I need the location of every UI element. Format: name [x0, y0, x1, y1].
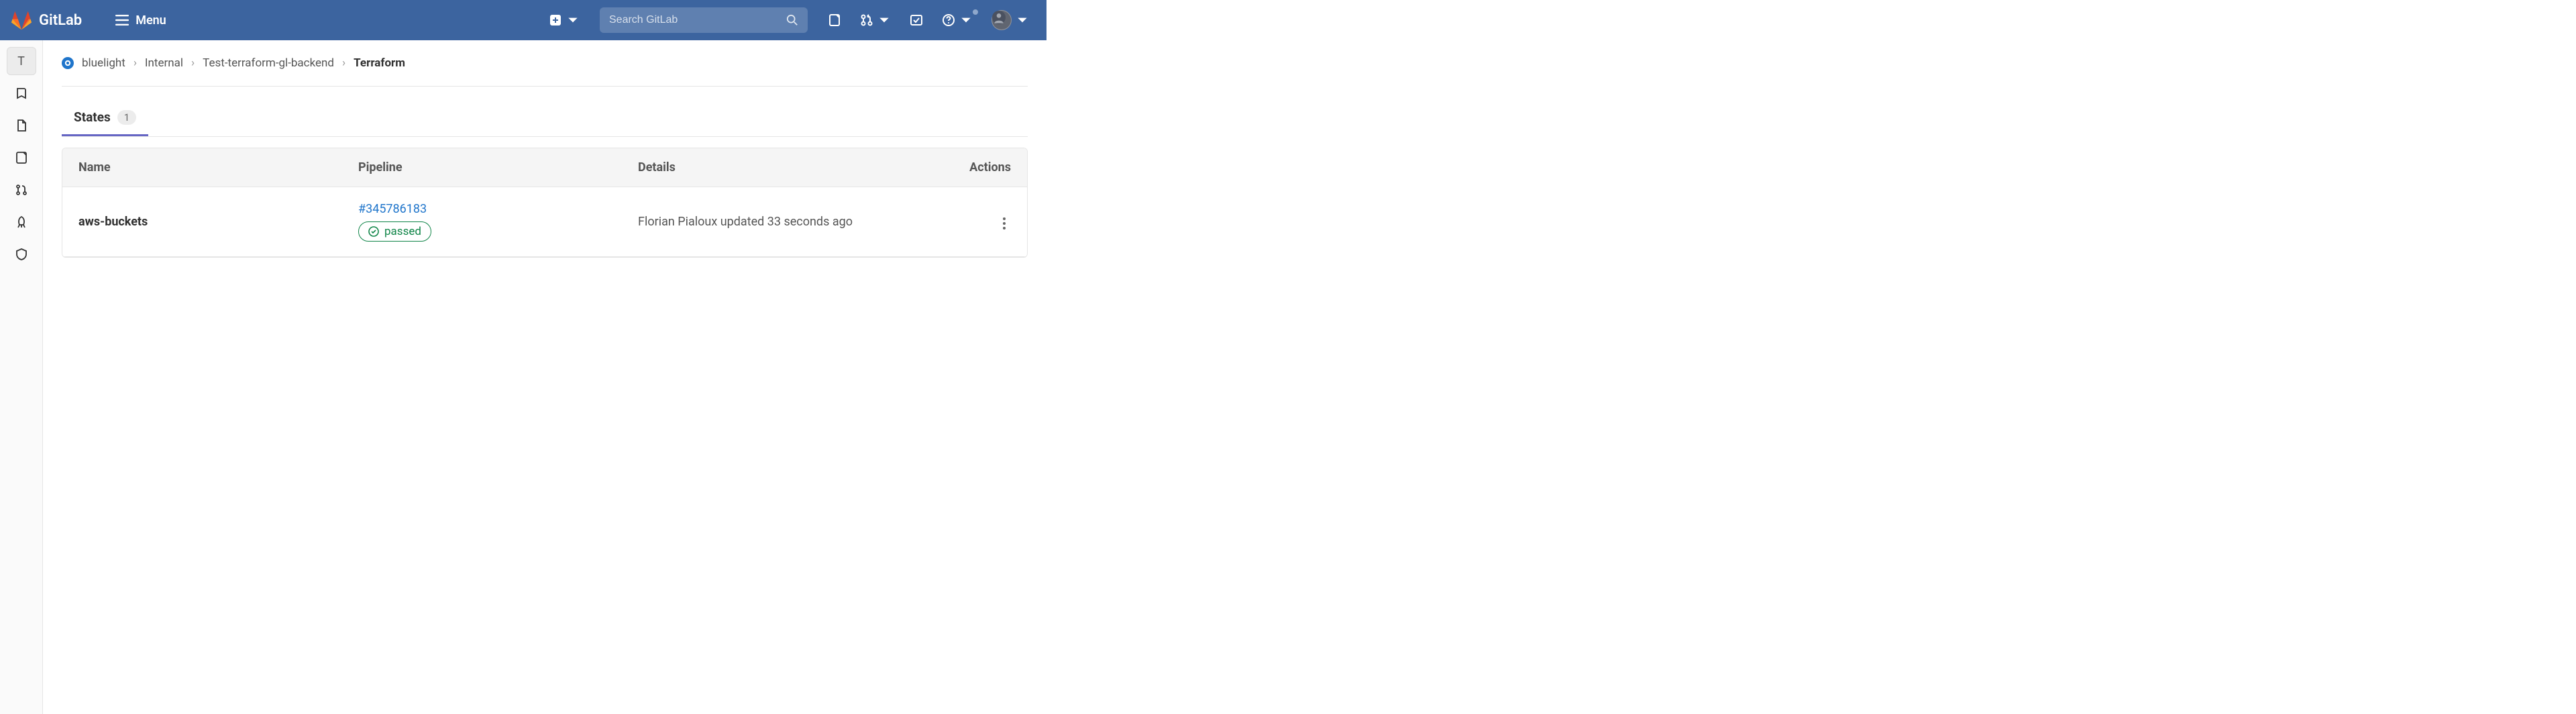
search-icon [786, 14, 798, 26]
menu-label: Menu [136, 13, 166, 28]
gitlab-logo-section[interactable]: GitLab [11, 9, 82, 31]
todos-nav-button[interactable] [903, 8, 930, 32]
menu-button[interactable]: Menu [107, 8, 174, 33]
sidebar-item-project-info[interactable] [7, 79, 36, 107]
sidebar-project-avatar[interactable]: T [7, 47, 36, 75]
tab-states[interactable]: States 1 [62, 100, 148, 136]
sidebar-item-cicd[interactable] [7, 208, 36, 236]
pipeline-status-badge[interactable]: passed [358, 221, 431, 242]
chevron-down-icon [566, 13, 580, 27]
breadcrumb-link[interactable]: Internal [145, 56, 183, 70]
plus-square-icon [549, 13, 562, 27]
merge-request-icon [15, 183, 28, 197]
project-letter: T [17, 54, 25, 68]
shield-icon [15, 248, 28, 261]
user-avatar [991, 10, 1012, 30]
pipeline-status-text: passed [384, 225, 421, 238]
rocket-icon [15, 215, 28, 229]
breadcrumb-separator: › [133, 56, 137, 70]
breadcrumb: bluelight › Internal › Test-terraform-gl… [62, 56, 1028, 87]
table-header-row: Name Pipeline Details Actions [62, 148, 1027, 187]
create-new-button[interactable] [542, 8, 586, 32]
breadcrumb-current: Terraform [354, 56, 405, 70]
tab-label: States [74, 109, 111, 125]
hamburger-icon [115, 15, 129, 26]
issues-nav-button[interactable] [821, 8, 848, 32]
check-circle-icon [368, 226, 379, 237]
column-header-name: Name [78, 160, 358, 174]
search-box[interactable] [600, 7, 808, 33]
todo-check-icon [910, 13, 923, 27]
merge-request-icon [860, 13, 873, 27]
breadcrumb-separator: › [342, 56, 345, 70]
main-content: bluelight › Internal › Test-terraform-gl… [43, 40, 1046, 714]
sidebar-item-security[interactable] [7, 240, 36, 268]
chevron-down-icon [959, 13, 973, 27]
column-header-details: Details [638, 160, 936, 174]
top-navigation-bar: GitLab Menu [0, 0, 1046, 40]
breadcrumb-link[interactable]: Test-terraform-gl-backend [203, 56, 334, 70]
sidebar-item-merge-requests[interactable] [7, 176, 36, 204]
issues-icon [15, 151, 28, 164]
gitlab-logo-icon [11, 9, 32, 31]
search-input[interactable] [609, 14, 786, 26]
breadcrumb-separator: › [191, 56, 195, 70]
state-details-text: Florian Pialoux updated 33 seconds ago [638, 215, 853, 229]
gitlab-brand-text: GitLab [39, 12, 82, 29]
pipeline-link[interactable]: #345786183 [358, 202, 427, 216]
project-sidebar: T [0, 40, 43, 714]
merge-requests-nav-button[interactable] [853, 8, 898, 32]
breadcrumb-link[interactable]: bluelight [82, 56, 125, 70]
table-row: aws-buckets #345786183 passed Florian Pi… [62, 187, 1027, 257]
issues-icon [828, 13, 841, 27]
sidebar-item-repository[interactable] [7, 111, 36, 140]
user-menu-button[interactable] [985, 5, 1036, 36]
sidebar-item-issues[interactable] [7, 144, 36, 172]
column-header-pipeline: Pipeline [358, 160, 638, 174]
row-actions-menu-button[interactable] [998, 212, 1011, 235]
help-nav-button[interactable] [935, 8, 979, 32]
chevron-down-icon [877, 13, 891, 27]
help-icon [942, 13, 955, 27]
state-name: aws-buckets [78, 215, 148, 229]
chevron-down-icon [1016, 13, 1029, 27]
book-icon [15, 87, 28, 100]
terraform-states-table: Name Pipeline Details Actions aws-bucket… [62, 148, 1028, 258]
file-icon [15, 119, 28, 132]
project-namespace-icon [62, 57, 74, 69]
tab-count-badge: 1 [117, 110, 136, 125]
tabs: States 1 [62, 100, 1028, 137]
column-header-actions: Actions [936, 160, 1011, 174]
